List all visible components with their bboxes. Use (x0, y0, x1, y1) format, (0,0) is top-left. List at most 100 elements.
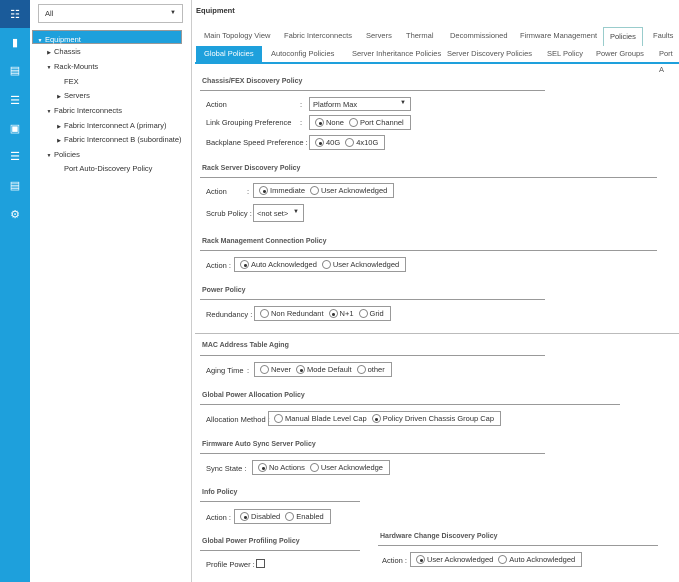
scrub-select[interactable]: <not set> ▼ (253, 204, 304, 222)
main-panel: Equipment Main Topology View Fabric Inter… (192, 0, 679, 582)
tree-item[interactable]: ▶ Chassis (32, 45, 182, 58)
radio-button[interactable] (310, 186, 320, 195)
tab-policies[interactable]: Policies (603, 27, 643, 46)
radio-label[interactable]: Disabled (251, 512, 280, 521)
subtab-server-discovery-policies[interactable]: Server Discovery Policies (439, 46, 540, 62)
radio-button[interactable] (274, 414, 283, 423)
radio-label[interactable]: Non Redundant (271, 309, 324, 318)
subtab-sel-policy[interactable]: SEL Policy (539, 46, 591, 62)
tab-main-topology-view[interactable]: Main Topology View (198, 27, 276, 46)
radio-label[interactable]: User Acknowledged (333, 260, 399, 269)
radio-button[interactable] (348, 118, 358, 127)
tree-item[interactable]: ▶ Fabric Interconnect B (subordinate) (32, 133, 182, 146)
radio-label[interactable]: Auto Acknowledged (251, 260, 317, 269)
caret-down-icon[interactable]: ▼ (44, 106, 54, 119)
tree-item[interactable]: ▼ Equipment (32, 30, 182, 44)
scrub-value: <not set> (257, 209, 289, 218)
tree-item[interactable]: ▼ Rack-Mounts (32, 60, 182, 73)
radio-label[interactable]: Grid (370, 309, 384, 318)
tab-thermal[interactable]: Thermal (400, 27, 440, 46)
info-radio-group: Disabled Enabled (234, 509, 331, 524)
radio-button[interactable] (416, 555, 425, 564)
section-heading: Firmware Auto Sync Server Policy (202, 441, 316, 448)
tree-item[interactable]: FEX (32, 75, 182, 88)
chassis-icon[interactable]: ☰ (0, 142, 30, 170)
radio-button[interactable] (260, 365, 269, 374)
radio-button[interactable] (285, 512, 295, 521)
vm-icon[interactable]: ▣ (0, 114, 30, 142)
caret-right-icon[interactable]: ▶ (44, 47, 54, 60)
radio-label[interactable]: Enabled (296, 512, 324, 521)
tree-item[interactable]: ▶ Fabric Interconnect A (primary) (32, 119, 182, 132)
tree-item[interactable]: ▼ Fabric Interconnects (32, 104, 182, 117)
radio-button[interactable] (258, 463, 267, 472)
caret-down-icon[interactable]: ▼ (44, 62, 54, 75)
radio-button[interactable] (498, 555, 508, 564)
radio-button[interactable] (345, 138, 355, 147)
section-heading: MAC Address Table Aging (202, 342, 289, 349)
radio-label[interactable]: 4x10G (356, 138, 378, 147)
radio-label[interactable]: N+1 (340, 309, 354, 318)
tab-servers[interactable]: Servers (360, 27, 398, 46)
tab-firmware-management[interactable]: Firmware Management (514, 27, 603, 46)
hw-action-label: Action : (382, 556, 408, 565)
radio-button[interactable] (240, 260, 249, 269)
filter-dropdown[interactable]: All ▼ (38, 4, 183, 23)
radio-button[interactable] (371, 414, 381, 423)
radio-label[interactable]: None (326, 118, 344, 127)
radio-label[interactable]: Policy Driven Chassis Group Cap (383, 414, 494, 423)
radio-button[interactable] (315, 118, 324, 127)
subtab-port-a[interactable]: Port A (651, 46, 679, 74)
caret-right-icon[interactable]: ▶ (54, 91, 64, 104)
network-icon[interactable]: ▤ (0, 56, 30, 84)
radio-label[interactable]: No Actions (269, 463, 305, 472)
radio-button[interactable] (309, 463, 319, 472)
subtab-bar: Global Policies Autoconfig Policies Server… (195, 46, 679, 74)
tree-item[interactable]: ▶ Servers (32, 89, 182, 102)
radio-label[interactable]: Port Channel (360, 118, 404, 127)
radio-label[interactable]: Mode Default (307, 365, 352, 374)
filter-value: All (45, 9, 54, 18)
topology-icon[interactable]: ☷ (0, 0, 30, 28)
admin-icon[interactable]: ▤ (0, 171, 30, 199)
radio-button[interactable] (358, 309, 368, 318)
radio-label[interactable]: Immediate (270, 186, 305, 195)
tab-decommissioned[interactable]: Decommissioned (444, 27, 514, 46)
tree-item[interactable]: ▼ Policies (32, 148, 182, 161)
radio-button[interactable] (259, 186, 268, 195)
radio-button[interactable] (315, 138, 324, 147)
action-value: Platform Max (313, 100, 358, 109)
tab-fabric-interconnects[interactable]: Fabric Interconnects (278, 27, 358, 46)
user-settings-icon[interactable]: ⚙ (0, 200, 30, 228)
radio-label[interactable]: 40G (326, 138, 340, 147)
profile-power-checkbox[interactable] (256, 559, 265, 568)
tree-item-label: Fabric Interconnect B (subordinate) (64, 135, 182, 144)
radio-label[interactable]: User Acknowledged (427, 555, 493, 564)
subtab-server-inheritance-policies[interactable]: Server Inheritance Policies (344, 46, 449, 62)
radio-label[interactable]: Never (271, 365, 291, 374)
navigation-tree: All ▼ ▼ Equipment ▶ Chassis ▼ Rack-Mounts FEX ▶ S… (30, 0, 192, 582)
radio-label[interactable]: Auto Acknowledged (509, 555, 575, 564)
sync-radio-group: No Actions User Acknowledge (252, 460, 390, 475)
radio-button[interactable] (328, 309, 338, 318)
radio-button[interactable] (321, 260, 331, 269)
caret-right-icon[interactable]: ▶ (54, 135, 64, 148)
radio-button[interactable] (356, 365, 366, 374)
radio-label[interactable]: User Acknowledge (321, 463, 383, 472)
radio-label[interactable]: Manual Blade Level Cap (285, 414, 367, 423)
radio-label[interactable]: other (368, 365, 385, 374)
subtab-autoconfig-policies[interactable]: Autoconfig Policies (263, 46, 342, 62)
tree-item-label: Port Auto-Discovery Policy (64, 164, 153, 173)
tab-faults[interactable]: Faults (647, 27, 679, 46)
radio-button[interactable] (240, 512, 249, 521)
subtab-global-policies[interactable]: Global Policies (196, 46, 262, 62)
radio-label[interactable]: User Acknowledged (321, 186, 387, 195)
tree-item-label: Equipment (45, 35, 81, 44)
storage-icon[interactable]: ☰ (0, 86, 30, 114)
action-select[interactable]: Platform Max ▼ (309, 97, 411, 111)
radio-button[interactable] (260, 309, 269, 318)
server-icon[interactable]: ▮ (0, 28, 30, 56)
radio-button[interactable] (296, 365, 306, 374)
tree-item[interactable]: Port Auto-Discovery Policy (32, 162, 182, 175)
subtab-power-groups[interactable]: Power Groups (588, 46, 652, 62)
